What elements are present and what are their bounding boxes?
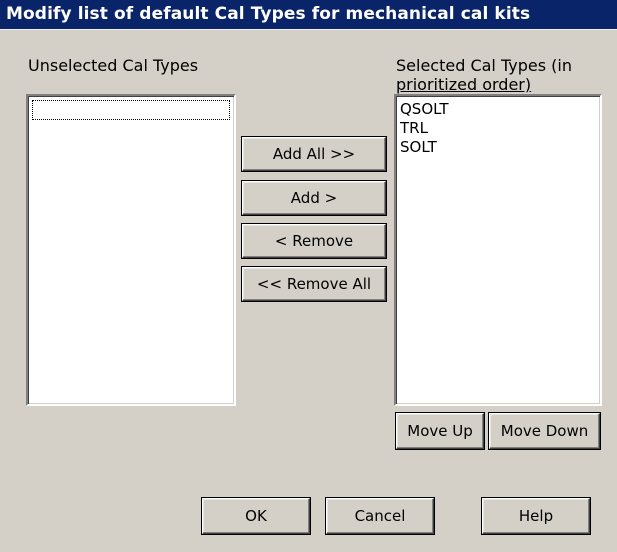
help-button[interactable]: Help bbox=[482, 498, 590, 534]
list-item-trl[interactable]: TRL bbox=[400, 119, 428, 138]
selected-label-line1: Selected Cal Types (in bbox=[396, 56, 572, 75]
add-button[interactable]: Add > bbox=[242, 181, 386, 215]
title-bar[interactable]: Modify list of default Cal Types for mec… bbox=[0, 0, 617, 30]
remove-all-button[interactable]: << Remove All bbox=[242, 267, 386, 301]
selected-listbox[interactable]: QSOLT TRL SOLT bbox=[394, 94, 602, 406]
focus-rectangle bbox=[32, 100, 230, 120]
ok-button[interactable]: OK bbox=[202, 498, 310, 534]
list-item-solt[interactable]: SOLT bbox=[400, 138, 437, 157]
list-item-qsolt[interactable]: QSOLT bbox=[400, 100, 449, 119]
window-title: Modify list of default Cal Types for mec… bbox=[6, 4, 531, 24]
unselected-label: Unselected Cal Types bbox=[28, 56, 199, 75]
move-up-button[interactable]: Move Up bbox=[396, 413, 484, 449]
remove-button[interactable]: < Remove bbox=[242, 224, 386, 258]
move-down-button[interactable]: Move Down bbox=[489, 413, 600, 449]
unselected-listbox[interactable] bbox=[26, 94, 236, 406]
cancel-button[interactable]: Cancel bbox=[326, 498, 434, 534]
selected-label-line2: prioritized order) bbox=[396, 75, 532, 94]
add-all-button[interactable]: Add All >> bbox=[242, 137, 386, 171]
